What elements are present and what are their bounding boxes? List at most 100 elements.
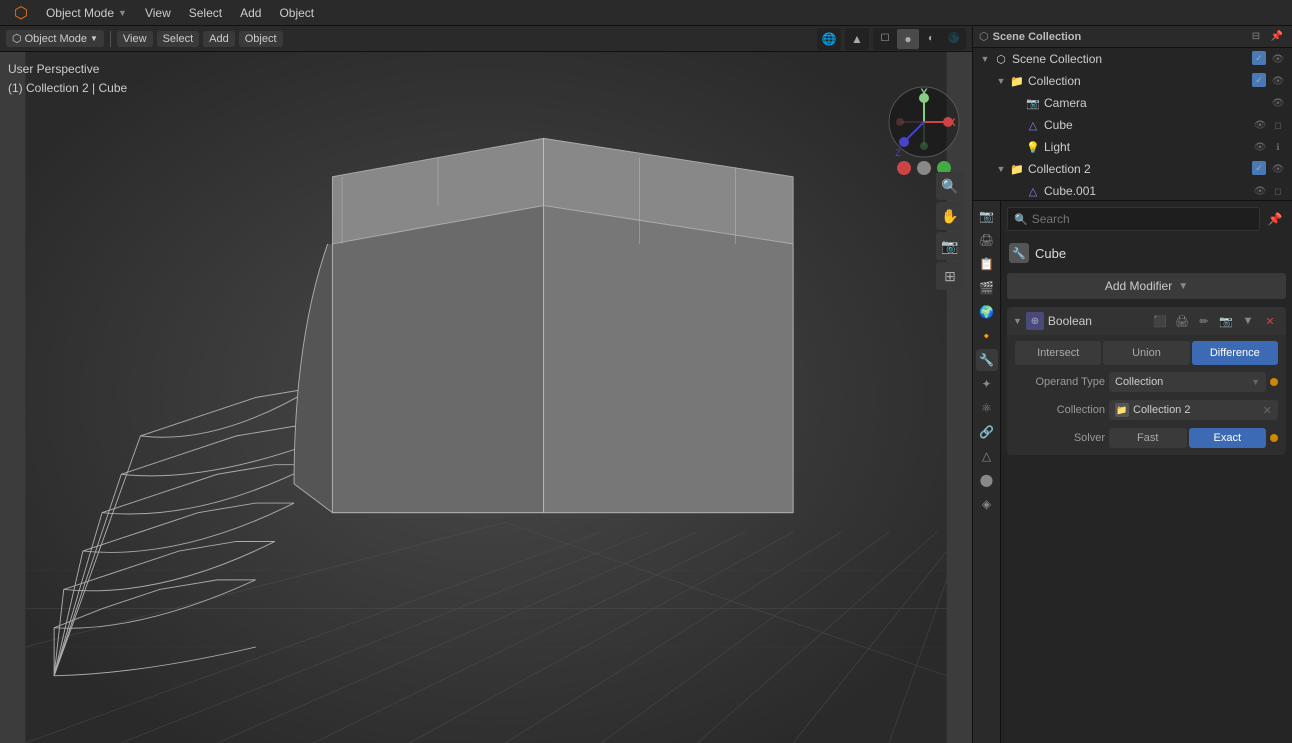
viewport-add-button[interactable]: Add [203, 31, 235, 47]
modifier-camera-btn[interactable]: 📷 [1216, 311, 1236, 331]
modifier-header[interactable]: ▼ ⊕ Boolean ⬛ 🖨 ✏ 📷 ▼ ✕ [1007, 307, 1286, 335]
outliner-pin-btn[interactable]: 📌 [1268, 28, 1286, 46]
props-constraints-btn[interactable]: 🔗 [976, 421, 998, 443]
right-panel: ⬡ Scene Collection ⊟ 📌 ⬡ Scene Collectio… [972, 26, 1292, 743]
operand-type-dropdown[interactable]: Collection ▼ [1109, 372, 1266, 392]
expand-arrow-collection[interactable] [993, 73, 1009, 89]
props-modifier-btn[interactable]: 🔧 [976, 349, 998, 371]
props-shader-btn[interactable]: ◈ [976, 493, 998, 515]
cube001-extra-btn[interactable]: ◻ [1270, 183, 1286, 199]
props-viewlayer-btn[interactable]: 📋 [976, 253, 998, 275]
props-scene-btn[interactable]: 🎬 [976, 277, 998, 299]
solid-mode-btn[interactable]: ● [897, 29, 919, 49]
viewport-mode-button[interactable]: ⬡ Object Mode ▼ [6, 30, 104, 47]
outliner-item-camera[interactable]: 📷 Camera 👁 [973, 92, 1292, 114]
main-layout: ⬡ Object Mode ▼ View Select Add Object [0, 26, 1292, 743]
view-menu[interactable]: View [137, 4, 179, 22]
light-visibility-btn[interactable]: 👁 [1252, 139, 1268, 155]
expand-arrow-collection2[interactable] [993, 161, 1009, 177]
overlay-controls: ▲ [845, 28, 869, 50]
props-particles-btn[interactable]: ✦ [976, 373, 998, 395]
cube001-label: Cube.001 [1044, 184, 1252, 198]
camera-tool[interactable]: 📷 [936, 232, 964, 260]
grid-tool[interactable]: ⊞ [936, 262, 964, 290]
scene-checkbox[interactable]: ✓ [1252, 51, 1266, 65]
collection2-visibility-btn[interactable]: 👁 [1270, 161, 1286, 177]
render-mode-btn[interactable]: 🌑 [943, 29, 965, 49]
difference-label: Difference [1210, 347, 1260, 359]
viewport-tools: 🔍 ✋ 📷 ⊞ [936, 172, 964, 290]
modifier-dropdown-btn[interactable]: ▼ [1238, 311, 1258, 331]
props-physics-btn[interactable]: ⚛ [976, 397, 998, 419]
fast-solver-btn[interactable]: Fast [1109, 428, 1187, 448]
object-header: 🔧 Cube [1007, 239, 1286, 267]
collection-chip[interactable]: 📁 Collection 2 ✕ [1109, 400, 1278, 420]
gizmo-controls: 🌐 [817, 28, 841, 50]
props-data-btn[interactable]: △ [976, 445, 998, 467]
light-info-btn[interactable]: ℹ [1270, 139, 1286, 155]
expand-arrow-scene[interactable] [977, 51, 993, 67]
viewport-gizmo-btn[interactable]: 🌐 [818, 29, 840, 49]
blender-logo[interactable]: ⬡ [6, 1, 36, 25]
outliner-item-cube[interactable]: △ Cube 👁 ◻ [973, 114, 1292, 136]
camera-visibility-btn[interactable]: 👁 [1270, 95, 1286, 111]
cube-select-btn[interactable]: ◻ [1270, 117, 1286, 133]
modifier-editmode-btn[interactable]: ✏ [1194, 311, 1214, 331]
outliner-item-collection[interactable]: 📁 Collection ✓ 👁 [973, 70, 1292, 92]
outliner-item-cube001[interactable]: △ Cube.001 👁 ◻ [973, 180, 1292, 200]
cube001-visibility-btn[interactable]: 👁 [1252, 183, 1268, 199]
modifier-delete-btn[interactable]: ✕ [1260, 311, 1280, 331]
props-output-btn[interactable]: 🖨 [976, 229, 998, 251]
material-mode-btn[interactable]: ◐ [920, 29, 942, 49]
props-search-bar[interactable]: 🔍 [1007, 207, 1260, 231]
viewport-view-button[interactable]: View [117, 31, 153, 47]
intersect-btn[interactable]: Intersect [1015, 341, 1101, 365]
collection-checkbox[interactable]: ✓ [1252, 73, 1266, 87]
props-material-btn[interactable]: ⬤ [976, 469, 998, 491]
scene-visibility-btn[interactable]: 👁 [1270, 51, 1286, 67]
viewport-object-button[interactable]: Object [239, 31, 283, 47]
outliner-item-collection2[interactable]: 📁 Collection 2 ✓ 👁 [973, 158, 1292, 180]
props-render-btn[interactable]: 📷 [976, 205, 998, 227]
union-btn[interactable]: Union [1103, 341, 1189, 365]
outliner-filter-btn[interactable]: ⊟ [1247, 28, 1265, 46]
modifier-expand-icon[interactable]: ▼ [1013, 316, 1022, 326]
props-object-btn[interactable]: 🔸 [976, 325, 998, 347]
select-menu[interactable]: Select [181, 4, 230, 22]
object-menu[interactable]: Object [271, 4, 322, 22]
modifier-realtime-btn[interactable]: ⬛ [1150, 311, 1170, 331]
material-icon: ◐ [928, 33, 934, 44]
modifier-render-btn[interactable]: 🖨 [1172, 311, 1192, 331]
move-tool[interactable]: ✋ [936, 202, 964, 230]
outliner-item-scene-collection[interactable]: ⬡ Scene Collection ✓ 👁 [973, 48, 1292, 70]
props-pin-btn[interactable]: 📌 [1264, 208, 1286, 230]
cursor-tool[interactable]: 🔍 [936, 172, 964, 200]
solid-icon: ● [904, 32, 911, 46]
collection-chip-close[interactable]: ✕ [1263, 404, 1272, 417]
object-name: Cube [1035, 246, 1284, 261]
color-dot-red[interactable] [897, 161, 911, 175]
operand-type-dot[interactable] [1270, 378, 1278, 386]
modifier-body: Intersect Union Difference Operand Type [1007, 335, 1286, 455]
props-search-input[interactable] [1032, 212, 1253, 226]
props-world-btn[interactable]: 🌍 [976, 301, 998, 323]
operation-row: Intersect Union Difference [1015, 341, 1278, 365]
viewport-canvas[interactable]: User Perspective (1) Collection 2 | Cube… [0, 52, 972, 743]
add-modifier-button[interactable]: Add Modifier ▼ [1007, 273, 1286, 299]
object-mode-menu[interactable]: Object Mode ▼ [38, 4, 135, 22]
difference-btn[interactable]: Difference [1192, 341, 1278, 365]
nav-gizmo[interactable]: Y X Z [884, 82, 964, 162]
wire-mode-btn[interactable]: ☐ [874, 29, 896, 49]
add-menu[interactable]: Add [232, 4, 269, 22]
collection2-checkbox[interactable]: ✓ [1252, 161, 1266, 175]
collection-visibility-btn[interactable]: 👁 [1270, 73, 1286, 89]
object-mode-label: Object Mode [46, 6, 114, 20]
item-actions-scene: ✓ 👁 [1252, 51, 1286, 67]
color-dot-gray[interactable] [917, 161, 931, 175]
solver-dot[interactable] [1270, 434, 1278, 442]
exact-solver-btn[interactable]: Exact [1189, 428, 1267, 448]
cube-visibility-btn[interactable]: 👁 [1252, 117, 1268, 133]
outliner-item-light[interactable]: 💡 Light 👁 ℹ [973, 136, 1292, 158]
overlay-btn[interactable]: ▲ [846, 29, 868, 49]
viewport-select-button[interactable]: Select [157, 31, 200, 47]
